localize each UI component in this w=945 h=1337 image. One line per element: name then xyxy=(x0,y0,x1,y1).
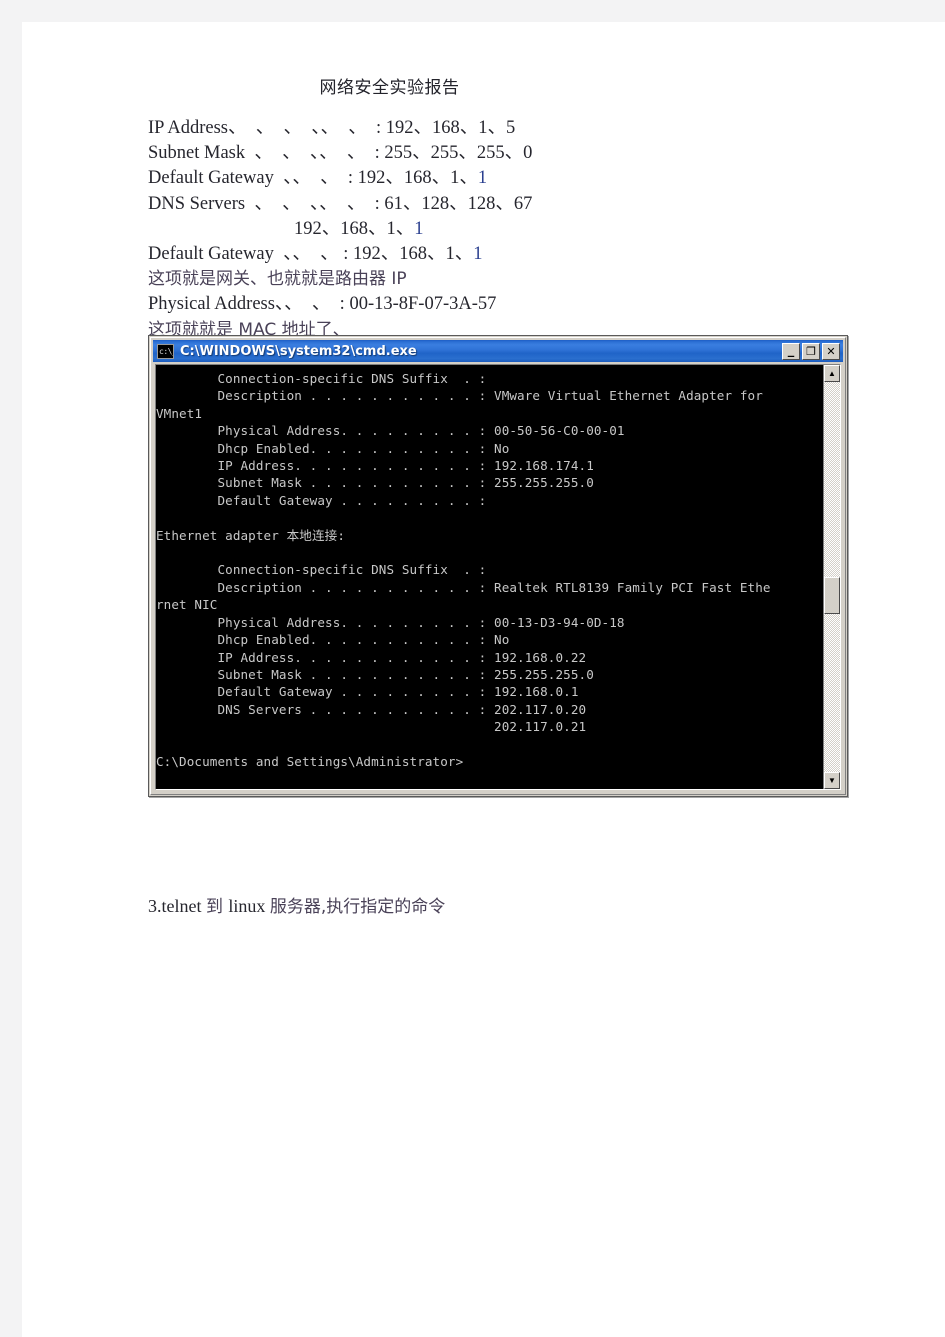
console-line: Dhcp Enabled. . . . . . . . . . . : No xyxy=(156,440,510,456)
text-line-dns-servers: DNS Servers 、 、 、、 、 : 61、128、128、67 xyxy=(148,193,533,214)
text-line-default-gateway-2: Default Gateway 、、 、 : 192、168、1、1 xyxy=(148,244,483,265)
window-controls: _ ❐ ✕ xyxy=(782,342,841,360)
console-line: Subnet Mask . . . . . . . . . . . : 255.… xyxy=(156,666,594,682)
console-line: rnet NIC xyxy=(156,597,218,613)
console-line: C:\Documents and Settings\Administrator> xyxy=(156,753,464,769)
scrollbar-thumb[interactable] xyxy=(824,577,840,614)
cmd-window[interactable]: C:\WINDOWS\system32\cmd.exe _ ❐ ✕ Connec… xyxy=(148,335,848,797)
telnet-note-a: 到 xyxy=(205,897,229,917)
telnet-note-mid: linux xyxy=(228,896,270,916)
text-line-note-gateway: 这项就是网关、也就就是路由器 IP xyxy=(148,269,407,290)
console-line: VMnet1 xyxy=(156,405,203,421)
page-title: 网络安全实验报告 xyxy=(319,78,460,98)
text-line-physical-address: Physical Address、、 、 : 00-13-8F-07-3A-57 xyxy=(148,294,497,315)
console-line: Ethernet adapter 本地连接: xyxy=(156,527,346,543)
cmd-title-text: C:\WINDOWS\system32\cmd.exe xyxy=(180,343,417,359)
console-area[interactable]: Connection-specific DNS Suffix . : Descr… xyxy=(155,364,841,790)
text-line-default-gateway-1: Default Gateway 、、 、 : 192、168、1、1 xyxy=(148,168,488,189)
console-output: Connection-specific DNS Suffix . : Descr… xyxy=(156,365,823,789)
cmd-window-frame: C:\WINDOWS\system32\cmd.exe _ ❐ ✕ Connec… xyxy=(150,337,846,795)
text-line-telnet-note: 3.telnet 到 linux 服务器,执行指定的命令 xyxy=(148,894,445,919)
scroll-up-button[interactable]: ▲ xyxy=(824,365,840,382)
console-line: DNS Servers . . . . . . . . . . . : 202.… xyxy=(156,701,587,717)
close-icon: ✕ xyxy=(826,344,836,358)
minimize-button[interactable]: _ xyxy=(782,342,800,360)
console-line: IP Address. . . . . . . . . . . . : 192.… xyxy=(156,458,594,474)
console-scrollbar[interactable]: ▲ ▼ xyxy=(823,365,840,789)
telnet-note-b: 服务器,执行指定的命令 xyxy=(269,897,446,917)
close-button[interactable]: ✕ xyxy=(822,342,840,360)
telnet-note-prefix: 3.telnet xyxy=(148,896,206,916)
maximize-button[interactable]: ❐ xyxy=(802,342,820,360)
console-line: Dhcp Enabled. . . . . . . . . . . : No xyxy=(156,632,510,648)
console-line: Physical Address. . . . . . . . . : 00-1… xyxy=(156,614,625,630)
console-line: Subnet Mask . . . . . . . . . . . : 255.… xyxy=(156,475,594,491)
dns-last-octet: 1 xyxy=(414,218,424,239)
console-line: Connection-specific DNS Suffix . : xyxy=(156,562,487,578)
console-line: Default Gateway . . . . . . . . . : 192.… xyxy=(156,684,579,700)
console-line: Connection-specific DNS Suffix . : xyxy=(156,371,487,386)
text-line-dns-servers-second: 192、168、1、1 xyxy=(294,218,424,239)
gateway2-last-octet: 1 xyxy=(473,244,483,265)
cmd-titlebar[interactable]: C:\WINDOWS\system32\cmd.exe _ ❐ ✕ xyxy=(153,340,843,362)
console-line: Physical Address. . . . . . . . . : 00-5… xyxy=(156,423,625,439)
console-line: 202.117.0.21 xyxy=(156,719,587,735)
console-line: IP Address. . . . . . . . . . . . : 192.… xyxy=(156,649,587,665)
scroll-down-button[interactable]: ▼ xyxy=(824,772,840,789)
console-line: Description . . . . . . . . . . . : Real… xyxy=(156,579,771,595)
gateway-last-octet: 1 xyxy=(477,168,488,189)
text-line-subnet-mask: Subnet Mask 、 、 、、 、 : 255、255、255、0 xyxy=(148,143,533,164)
text-line-ip-address: IP Address、 、 、 、、 、 : 192、168、1、5 xyxy=(148,118,516,138)
cmd-icon xyxy=(157,343,174,359)
minimize-icon: _ xyxy=(787,342,795,358)
console-line: Description . . . . . . . . . . . : VMwa… xyxy=(156,388,763,404)
document-body: IP Address、 、 、 、、 、 : 192、168、1、5 Subne… xyxy=(148,116,888,343)
maximize-icon: ❐ xyxy=(806,344,816,358)
document-page: 网络安全实验报告 IP Address、 、 、 、、 、 : 192、168、… xyxy=(22,22,945,1337)
chevron-down-icon: ▼ xyxy=(828,775,836,785)
console-line: Default Gateway . . . . . . . . . : xyxy=(156,492,487,508)
chevron-up-icon: ▲ xyxy=(828,368,836,378)
